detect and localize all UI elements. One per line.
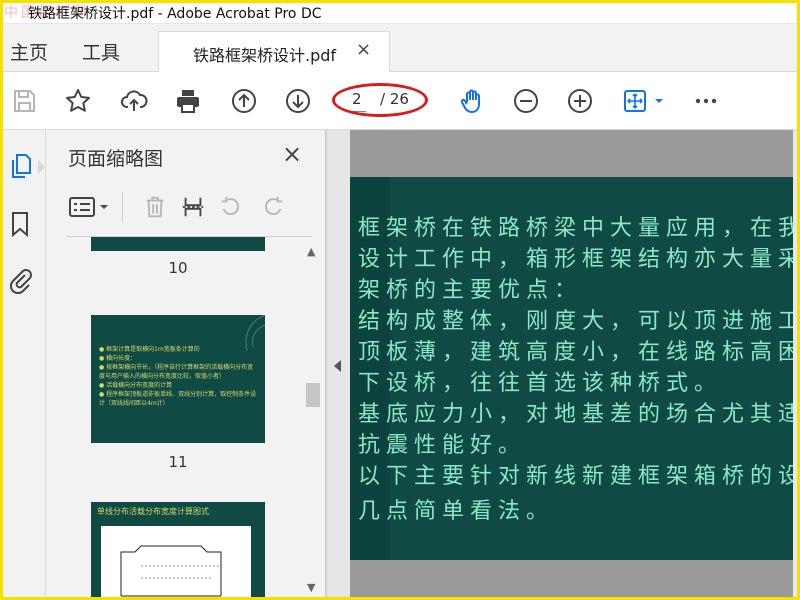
thumbnail-options-icon[interactable] [66,192,112,222]
scroll-down-icon[interactable]: ▼ [307,581,315,594]
scroll-up-icon[interactable]: ▲ [307,245,315,258]
page-thumbnails-icon[interactable] [6,150,34,182]
thumbnail-page-11[interactable]: ● 框架计算是取横向1m宽板条计算的 ● 横向长度： ● 按框架横向节长，（程序… [91,315,265,443]
close-tab-icon[interactable]: × [356,39,371,60]
page-text-line: 下设桥，往往首选该种桥式。 [358,371,723,396]
active-panel-indicator [38,160,45,174]
thumbnail-header: 单线分布活载分布宽度计算图式 [97,507,209,516]
page-down-icon[interactable] [282,85,314,117]
thumbnails-scrollbar[interactable]: ▲ ▼ [302,237,324,600]
thumbnail-page-10[interactable] [91,237,265,251]
collapse-panel-icon[interactable] [334,360,341,372]
more-icon[interactable] [690,85,722,117]
tab-tools[interactable]: 工具 [82,38,120,65]
page-text-line: 几点简单看法。 [358,499,555,524]
page-text-line: 设计工作中，箱形框架结构亦大量采用 [358,247,800,272]
page-number-box: 2 / 26 [332,83,432,117]
document-view[interactable]: 框架桥在铁路桥梁中大量应用，在我院 设计工作中，箱形框架结构亦大量采用 架桥的主… [350,130,800,600]
fit-page-icon[interactable] [618,85,668,117]
page-text-line: 以下主要针对新线新建框架箱桥的设计 [358,464,800,489]
document-scrollbar[interactable] [793,130,800,600]
close-panel-icon[interactable]: × [282,140,302,168]
zoom-out-icon[interactable] [510,85,542,117]
bookmarks-icon[interactable] [6,208,34,240]
document-page: 框架桥在铁路桥梁中大量应用，在我院 设计工作中，箱形框架结构亦大量采用 架桥的主… [350,177,800,560]
page-text-line: 抗震性能好。 [358,433,527,458]
thumbnail-page-12[interactable]: 单线分布活载分布宽度计算图式 [91,502,265,600]
panel-toolbar-separator [122,192,123,222]
bookmark-star-icon[interactable] [62,85,94,117]
upload-cloud-icon[interactable] [118,85,150,117]
page-text-line: 顶板薄，建筑高度小，在线路标高困难 [358,340,800,365]
page-up-icon[interactable] [228,85,260,117]
thumbnail-number: 10 [168,259,188,277]
panel-splitter[interactable] [326,130,350,600]
toolbar: 2 / 26 [0,72,800,130]
title-bar: 中国建桥网 铁路框架桥设计.pdf - Adobe Acrobat Pro DC [0,0,800,24]
print-icon[interactable] [172,85,204,117]
thumbnail-diagram [101,526,251,600]
scroll-thumb[interactable] [306,383,320,407]
page-text-line: 结构成整体，刚度大，可以顶进施工 [358,309,800,334]
delete-icon[interactable] [140,192,170,222]
panel-title: 页面缩略图 [68,148,164,170]
save-icon[interactable] [8,85,40,117]
tab-document[interactable]: 铁路框架桥设计.pdf × [158,31,390,73]
thumbnail-number: 11 [168,453,188,471]
thumbnails-list: 10 ● 框架计算是取横向1m宽板条计算的 ● 横向长度： ● 按框架横向节长，… [66,237,302,600]
attachments-icon[interactable] [6,264,34,296]
panel-toolbar [66,188,316,228]
page-text: 框架桥在铁路桥梁中大量应用，在我院 设计工作中，箱形框架结构亦大量采用 架桥的主… [358,213,800,527]
tab-document-label: 铁路框架桥设计.pdf [193,46,337,65]
window-title: 铁路框架桥设计.pdf - Adobe Acrobat Pro DC [28,6,322,22]
rotate-cw-icon[interactable] [258,192,288,222]
thumbnails-panel: 页面缩略图 × 10 ● 框架计算是取横向1m宽板条计算的 ● 横向长度： ● … [46,130,326,600]
page-text-line: 架桥的主要优点： [358,278,583,303]
left-rail [0,130,46,600]
tab-bar: 主页 工具 铁路框架桥设计.pdf × [0,24,800,73]
page-text-line: 框架桥在铁路桥梁中大量应用，在我院 [358,216,800,241]
highlight-ring [332,83,428,117]
thumbnail-text: ● 框架计算是取横向1m宽板条计算的 ● 横向长度： ● 按框架横向节长，（程序… [99,346,257,407]
page-text-line: 基底应力小，对地基差的场合尤其适用 [358,402,800,427]
rotate-ccw-icon[interactable] [216,192,246,222]
hand-tool-icon[interactable] [456,85,488,117]
extract-page-icon[interactable] [178,192,208,222]
tab-home[interactable]: 主页 [10,38,48,65]
zoom-in-icon[interactable] [564,85,596,117]
